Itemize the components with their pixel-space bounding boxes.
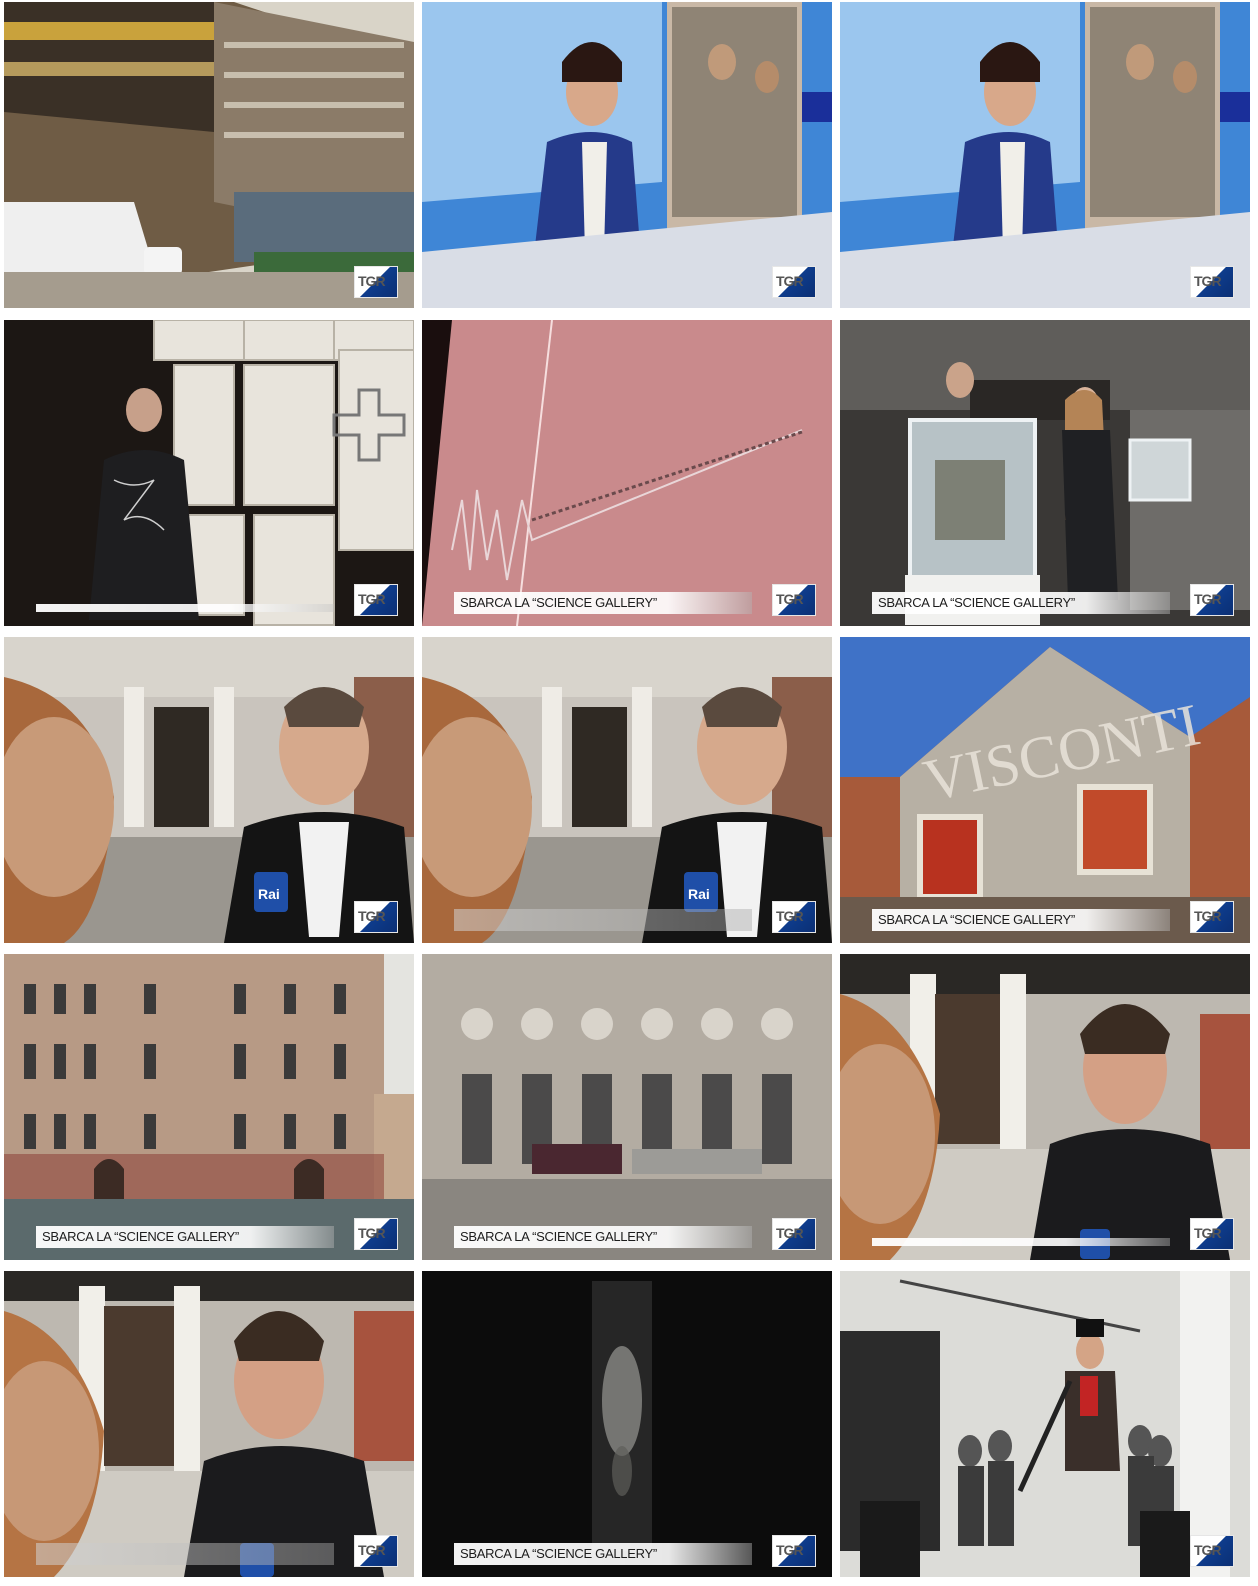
tgr-logo: TGR xyxy=(1190,266,1234,298)
caption-bar xyxy=(36,604,334,612)
caption-bar xyxy=(872,1238,1170,1246)
frame-8-interview-man[interactable]: Rai TGR xyxy=(422,637,832,943)
frame-14-dark-specimen[interactable]: SBARCA LA “SCIENCE GALLERY” TGR xyxy=(422,1271,832,1577)
caption-text: SBARCA LA “SCIENCE GALLERY” xyxy=(460,1546,657,1561)
frame-9-brick-warehouse[interactable]: VISCONTI SBARCA LA “SCIENCE GALLERY” TGR xyxy=(840,637,1250,943)
caption-bar: SBARCA LA “SCIENCE GALLERY” xyxy=(454,1226,752,1248)
tgr-logo: TGR xyxy=(772,266,816,298)
caption-bar: SBARCA LA “SCIENCE GALLERY” xyxy=(454,1543,752,1565)
thumbnail-grid: TGR TGR TGR TGR SBARCA LA “SCIENCE GALLE… xyxy=(0,0,1258,1586)
frame-7-interview-man[interactable]: Rai TGR xyxy=(4,637,414,943)
caption-bar: SBARCA LA “SCIENCE GALLERY” xyxy=(872,592,1170,614)
caption-text: SBARCA LA “SCIENCE GALLERY” xyxy=(42,1229,239,1244)
svg-text:Rai: Rai xyxy=(258,886,280,902)
tgr-logo: TGR xyxy=(354,584,398,616)
tgr-logo: TGR xyxy=(354,901,398,933)
tgr-logo: TGR xyxy=(772,1218,816,1250)
caption-text: SBARCA LA “SCIENCE GALLERY” xyxy=(878,912,1075,927)
caption-text: SBARCA LA “SCIENCE GALLERY” xyxy=(460,595,657,610)
tgr-logo: TGR xyxy=(772,1535,816,1567)
frame-2-news-anchor[interactable]: TGR xyxy=(422,2,832,308)
tgr-logo: TGR xyxy=(1190,584,1234,616)
tgr-logo: TGR xyxy=(772,901,816,933)
caption-text: SBARCA LA “SCIENCE GALLERY” xyxy=(460,1229,657,1244)
tgr-logo: TGR xyxy=(1190,1218,1234,1250)
frame-4-gallery-wall-visitor[interactable]: TGR xyxy=(4,320,414,626)
tgr-logo: TGR xyxy=(1190,901,1234,933)
tgr-logo: TGR xyxy=(354,1218,398,1250)
svg-text:Rai: Rai xyxy=(688,886,710,902)
caption-bar xyxy=(454,909,752,931)
caption-bar: SBARCA LA “SCIENCE GALLERY” xyxy=(872,909,1170,931)
tgr-logo: TGR xyxy=(772,584,816,616)
caption-text: SBARCA LA “SCIENCE GALLERY” xyxy=(878,595,1075,610)
frame-13-interview-man-glasses[interactable]: TGR xyxy=(4,1271,414,1577)
tgr-logo: TGR xyxy=(1190,1535,1234,1567)
tgr-logo: TGR xyxy=(354,1535,398,1567)
caption-bar: SBARCA LA “SCIENCE GALLERY” xyxy=(454,592,752,614)
frame-3-news-anchor[interactable]: TGR xyxy=(840,2,1250,308)
caption-bar xyxy=(36,1543,334,1565)
frame-11-gothic-facade[interactable]: SBARCA LA “SCIENCE GALLERY” TGR xyxy=(422,954,832,1260)
frame-12-interview-man-glasses[interactable]: TGR xyxy=(840,954,1250,1260)
caption-bar: SBARCA LA “SCIENCE GALLERY” xyxy=(36,1226,334,1248)
tgr-logo: TGR xyxy=(354,266,398,298)
frame-10-venetian-palace[interactable]: SBARCA LA “SCIENCE GALLERY” TGR xyxy=(4,954,414,1260)
frame-15-juggler-performance[interactable]: TGR xyxy=(840,1271,1250,1577)
frame-6-exhibit-case[interactable]: SBARCA LA “SCIENCE GALLERY” TGR xyxy=(840,320,1250,626)
frame-1-building-exterior[interactable]: TGR xyxy=(4,2,414,308)
frame-5-pink-screen-graph[interactable]: SBARCA LA “SCIENCE GALLERY” TGR xyxy=(422,320,832,626)
